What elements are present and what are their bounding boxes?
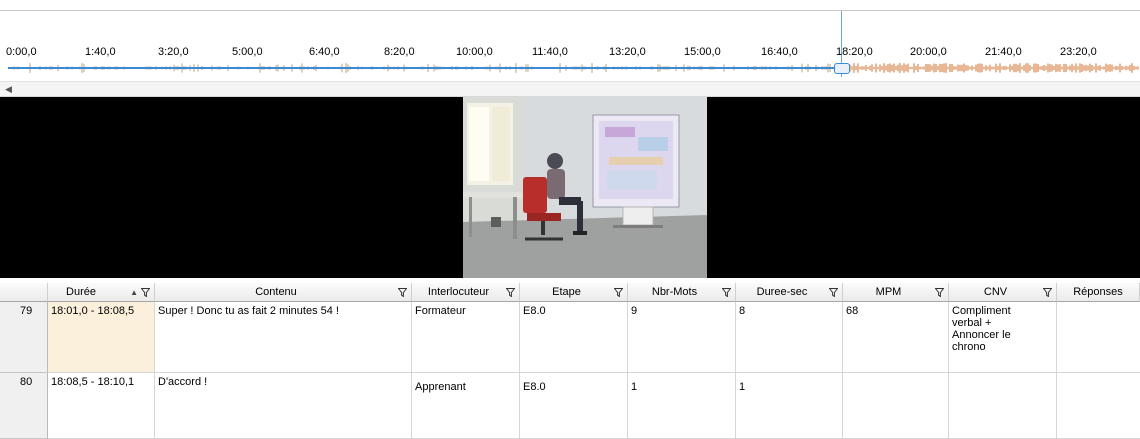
column-header-label: Durée <box>66 286 96 298</box>
table-cell-nbr-mots[interactable]: 1 <box>628 373 736 439</box>
filter-icon[interactable] <box>398 288 407 297</box>
row-number: 79 <box>20 305 33 317</box>
table-cell-duree-sec[interactable]: 1 <box>736 373 843 439</box>
tick-label: 6:40,0 <box>309 46 340 58</box>
filter-icon[interactable] <box>141 288 150 297</box>
filter-icon[interactable] <box>1043 288 1052 297</box>
table-cell-reponses[interactable] <box>1057 373 1140 439</box>
sort-ascending-icon[interactable]: ▲ <box>130 283 138 302</box>
column-header-interlocuteur[interactable]: Interlocuteur <box>412 283 520 302</box>
table-cell-duree-sec[interactable]: 8 <box>736 302 843 373</box>
column-header-nbr-mots[interactable]: Nbr-Mots <box>628 283 736 302</box>
table-cell-duree[interactable]: 18:08,5 - 18:10,1 <box>48 373 155 439</box>
column-header-reponses[interactable]: Réponses <box>1057 283 1140 302</box>
column-header-duree-sec[interactable]: Duree-sec <box>736 283 843 302</box>
tick-label: 8:20,0 <box>384 46 415 58</box>
tick-label: 15:00,0 <box>684 46 721 58</box>
timeline-progress-track <box>8 67 836 69</box>
filter-icon[interactable] <box>829 288 838 297</box>
table-cell-etape[interactable]: E8.0 <box>520 302 628 373</box>
column-header-label: Réponses <box>1073 286 1123 298</box>
tick-label: 11:40,0 <box>532 46 568 58</box>
column-header-cnv[interactable]: CNV <box>949 283 1057 302</box>
column-header-label: Etape <box>552 286 581 298</box>
tick-label: 0:00,0 <box>6 46 37 58</box>
tick-label: 10:00,0 <box>456 46 493 58</box>
tick-label: 5:00,0 <box>232 46 263 58</box>
tick-label: 3:20,0 <box>158 46 189 58</box>
table-cell-mpm[interactable] <box>843 373 949 439</box>
filter-icon[interactable] <box>506 288 515 297</box>
table-cell-duree[interactable]: 18:01,0 - 18:08,5 <box>48 302 155 373</box>
tick-label: 1:40,0 <box>85 46 116 58</box>
row-header-corner <box>0 283 48 302</box>
timeline-scrollbar[interactable]: ◀ <box>0 81 1140 97</box>
table-cell-nbr-mots[interactable]: 9 <box>628 302 736 373</box>
row-header[interactable]: 79 <box>0 302 48 373</box>
filter-icon[interactable] <box>722 288 731 297</box>
column-header-label: CNV <box>983 286 1008 298</box>
transcription-table: Durée ▲ Contenu Interlocuteur Etape Nbr-… <box>0 283 1140 439</box>
tick-label: 13:20,0 <box>609 46 646 58</box>
column-header-label: Contenu <box>255 286 297 298</box>
column-header-duree[interactable]: Durée ▲ <box>48 283 155 302</box>
playhead-handle[interactable] <box>834 63 850 74</box>
row-header[interactable]: 80 <box>0 373 48 439</box>
table-cell-mpm[interactable]: 68 <box>843 302 949 373</box>
tick-label: 20:00,0 <box>910 46 947 58</box>
table-cell-contenu[interactable]: Super ! Donc tu as fait 2 minutes 54 ! <box>155 302 412 373</box>
tick-label: 16:40,0 <box>761 46 798 58</box>
table-cell-interlocuteur[interactable]: Apprenant <box>412 373 520 439</box>
tick-label: 23:20,0 <box>1060 46 1097 58</box>
video-frame-image <box>463 97 707 278</box>
column-header-etape[interactable]: Etape <box>520 283 628 302</box>
table-cell-contenu[interactable]: D'accord ! <box>155 373 412 439</box>
filter-icon[interactable] <box>614 288 623 297</box>
column-header-label: Nbr-Mots <box>651 286 698 298</box>
table-cell-reponses[interactable] <box>1057 302 1140 373</box>
column-header-mpm[interactable]: MPM <box>843 283 949 302</box>
row-number: 80 <box>20 376 33 388</box>
table-cell-cnv[interactable] <box>949 373 1057 439</box>
audio-timeline[interactable]: 0:00,0 1:40,0 3:20,0 5:00,0 6:40,0 8:20,… <box>0 10 1140 86</box>
table-cell-cnv[interactable]: Compliment verbal + Annoncer le chrono <box>949 302 1057 373</box>
table-cell-etape[interactable]: E8.0 <box>520 373 628 439</box>
table-cell-interlocuteur[interactable]: Formateur <box>412 302 520 373</box>
tick-label: 18:20,0 <box>836 46 873 58</box>
column-header-label: Duree-sec <box>756 286 808 298</box>
column-header-label: Interlocuteur <box>427 286 490 298</box>
column-header-label: MPM <box>875 286 902 298</box>
column-header-contenu[interactable]: Contenu <box>155 283 412 302</box>
scroll-left-arrow-icon[interactable]: ◀ <box>5 82 12 96</box>
filter-icon[interactable] <box>935 288 944 297</box>
video-player[interactable] <box>0 97 1140 278</box>
video-frame <box>463 97 707 278</box>
tick-label: 21:40,0 <box>985 46 1022 58</box>
